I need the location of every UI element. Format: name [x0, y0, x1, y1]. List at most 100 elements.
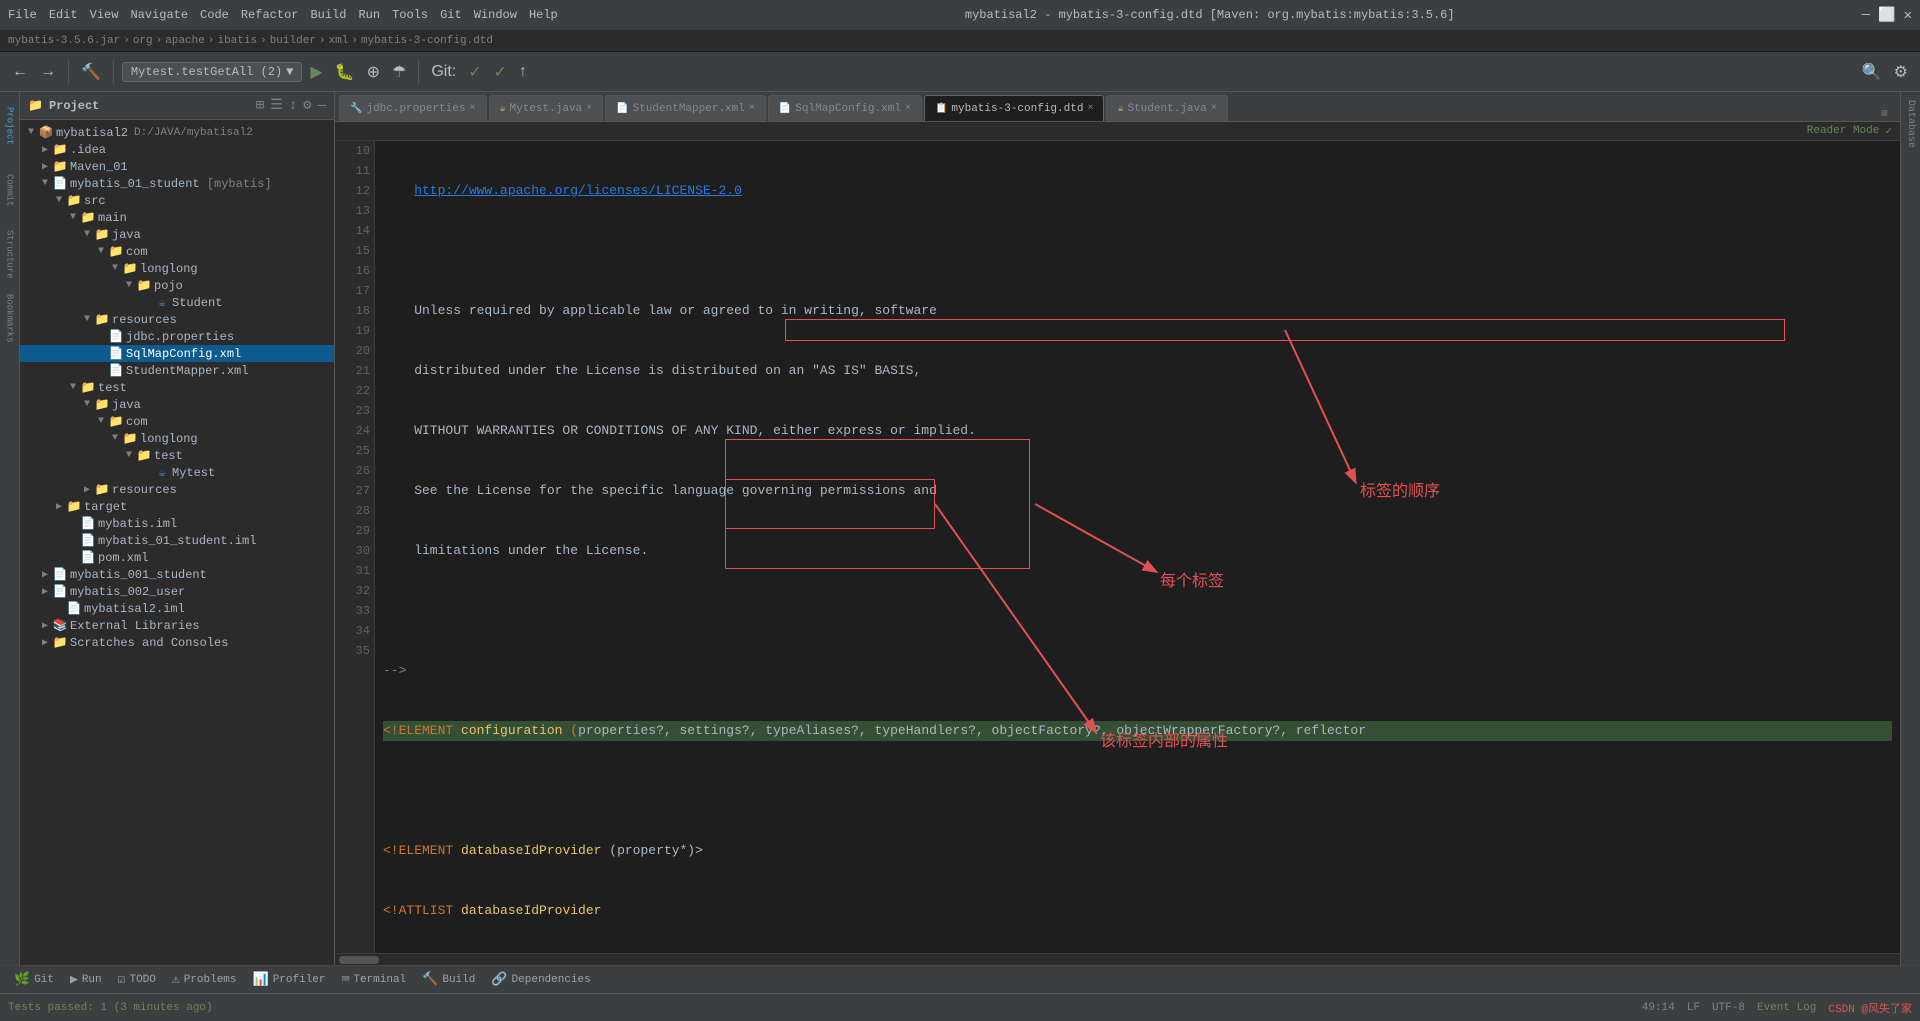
sidebar-structure-icon[interactable]: Structure	[2, 224, 18, 284]
menu-code[interactable]: Code	[200, 8, 229, 22]
menu-run[interactable]: Run	[358, 8, 380, 22]
close-button[interactable]: ✕	[1904, 7, 1912, 24]
tree-src[interactable]: ▼ 📁 src	[20, 192, 334, 209]
project-tree[interactable]: ▼ 📦 mybatisal2 D:/JAVA/mybatisal2 ▶ 📁 .i…	[20, 120, 334, 965]
sidebar-bookmarks-icon[interactable]: Bookmarks	[2, 288, 18, 348]
breadcrumb-xml[interactable]: xml	[329, 35, 349, 47]
git-branch-button[interactable]: ↑	[515, 61, 531, 83]
tab-sqlmap[interactable]: 📄 SqlMapConfig.xml ×	[768, 95, 922, 121]
close-tab-sqlmap[interactable]: ×	[905, 103, 911, 114]
dependencies-bottom-btn[interactable]: 🔗 Dependencies	[485, 970, 596, 989]
license-url[interactable]: http://www.apache.org/licenses/LICENSE-2…	[414, 183, 742, 198]
tab-student-java[interactable]: ☕ Student.java ×	[1106, 95, 1227, 121]
code-area[interactable]: 10 11 12 13 14 15 16 17 18 19 20 21 22 2…	[335, 141, 1900, 953]
scroll-thumb[interactable]	[339, 956, 379, 964]
git-update-button[interactable]: ✓	[464, 60, 485, 84]
menu-tools[interactable]: Tools	[392, 8, 428, 22]
tree-com[interactable]: ▼ 📁 com	[20, 243, 334, 260]
minimize-button[interactable]: —	[1862, 7, 1870, 24]
build-bottom-btn[interactable]: 🔨 Build	[416, 970, 481, 989]
tree-mytest[interactable]: ☕ Mytest	[20, 464, 334, 481]
menu-file[interactable]: File	[8, 8, 37, 22]
horizontal-scrollbar[interactable]	[335, 953, 1900, 965]
run-config-selector[interactable]: Mytest.testGetAll (2) ▼	[122, 62, 302, 82]
tree-sqlmapconfig[interactable]: 📄 SqlMapConfig.xml	[20, 345, 334, 362]
menu-refactor[interactable]: Refactor	[241, 8, 299, 22]
menu-window[interactable]: Window	[474, 8, 517, 22]
menu-help[interactable]: Help	[529, 8, 558, 22]
toolbar-forward-button[interactable]: →	[36, 61, 60, 83]
tree-mybatis01[interactable]: ▼ 📄 mybatis_01_student [mybatis]	[20, 175, 334, 192]
panel-close-btn[interactable]: —	[318, 98, 326, 114]
todo-bottom-btn[interactable]: ☑ TODO	[112, 970, 162, 989]
tree-studentmapper[interactable]: 📄 StudentMapper.xml	[20, 362, 334, 379]
toolbar-back-button[interactable]: ←	[8, 61, 32, 83]
panel-sort-btn[interactable]: ↕	[289, 98, 297, 114]
close-tab-jdbc[interactable]: ×	[469, 103, 475, 114]
settings-button[interactable]: ⚙	[1890, 60, 1912, 84]
status-event-log[interactable]: Event Log	[1757, 1002, 1816, 1014]
menu-git[interactable]: Git	[440, 8, 462, 22]
tree-java-main[interactable]: ▼ 📁 java	[20, 226, 334, 243]
breadcrumb-file[interactable]: mybatis-3-config.dtd	[361, 35, 493, 47]
run-bottom-btn[interactable]: ▶ Run	[64, 970, 108, 989]
close-tab-student-java[interactable]: ×	[1211, 103, 1217, 114]
status-line-ending[interactable]: LF	[1687, 1002, 1700, 1014]
close-tab-dtd[interactable]: ×	[1087, 103, 1093, 114]
tree-com-test[interactable]: ▼ 📁 com	[20, 413, 334, 430]
tree-test-folder[interactable]: ▼ 📁 test	[20, 447, 334, 464]
tree-external-libraries[interactable]: ▶ 📚 External Libraries	[20, 617, 334, 634]
breadcrumb-apache[interactable]: apache	[165, 35, 205, 47]
tree-idea[interactable]: ▶ 📁 .idea	[20, 141, 334, 158]
breadcrumb-ibatis[interactable]: ibatis	[217, 35, 257, 47]
tree-jdbc-properties[interactable]: 📄 jdbc.properties	[20, 328, 334, 345]
close-tab-mytest[interactable]: ×	[586, 103, 592, 114]
close-tab-studentmapper[interactable]: ×	[749, 103, 755, 114]
window-controls[interactable]: — ⬜ ✕	[1862, 7, 1912, 24]
breadcrumb-builder[interactable]: builder	[270, 35, 316, 47]
debug-button[interactable]: 🐛	[331, 60, 359, 84]
menu-edit[interactable]: Edit	[49, 8, 78, 22]
tree-mybatis001[interactable]: ▶ 📄 mybatis_001_student	[20, 566, 334, 583]
maximize-button[interactable]: ⬜	[1878, 7, 1895, 24]
status-encoding[interactable]: UTF-8	[1712, 1002, 1745, 1014]
menu-view[interactable]: View	[90, 8, 119, 22]
tree-longlong-test[interactable]: ▼ 📁 longlong	[20, 430, 334, 447]
tree-pojo[interactable]: ▼ 📁 pojo	[20, 277, 334, 294]
tree-main[interactable]: ▼ 📁 main	[20, 209, 334, 226]
terminal-bottom-btn[interactable]: ⌨ Terminal	[336, 970, 413, 989]
tree-root[interactable]: ▼ 📦 mybatisal2 D:/JAVA/mybatisal2	[20, 124, 334, 141]
breadcrumb-org[interactable]: org	[133, 35, 153, 47]
run-button[interactable]: ▶	[306, 60, 326, 84]
tree-pom-xml[interactable]: 📄 pom.xml	[20, 549, 334, 566]
tree-scratches[interactable]: ▶ 📁 Scratches and Consoles	[20, 634, 334, 651]
tree-mybatis-iml[interactable]: 📄 mybatis.iml	[20, 515, 334, 532]
menu-build[interactable]: Build	[310, 8, 346, 22]
tree-resources-test[interactable]: ▶ 📁 resources	[20, 481, 334, 498]
menu-bar[interactable]: File Edit View Navigate Code Refactor Bu…	[8, 8, 558, 22]
tree-test[interactable]: ▼ 📁 test	[20, 379, 334, 396]
panel-settings-btn[interactable]: ⚙	[303, 97, 311, 114]
status-position[interactable]: 49:14	[1642, 1002, 1675, 1014]
sidebar-project-icon[interactable]: Project	[2, 96, 18, 156]
tree-java-test[interactable]: ▼ 📁 java	[20, 396, 334, 413]
tab-overflow-btn[interactable]: ≡	[1881, 107, 1888, 121]
profiler-bottom-btn[interactable]: 📊 Profiler	[247, 970, 332, 989]
toolbar-build-button[interactable]: 🔨	[77, 60, 105, 84]
sidebar-commit-icon[interactable]: Commit	[2, 160, 18, 220]
tab-dtd[interactable]: 📋 mybatis-3-config.dtd ×	[924, 95, 1105, 121]
tree-target[interactable]: ▶ 📁 target	[20, 498, 334, 515]
git-button[interactable]: Git:	[427, 61, 460, 83]
breadcrumb-jar[interactable]: mybatis-3.5.6.jar	[8, 35, 120, 47]
tree-mybatis01-iml[interactable]: 📄 mybatis_01_student.iml	[20, 532, 334, 549]
tree-mybatis002[interactable]: ▶ 📄 mybatis_002_user	[20, 583, 334, 600]
tab-jdbc[interactable]: 🔧 jdbc.properties ×	[339, 95, 487, 121]
tab-mytest[interactable]: ☕ Mytest.java ×	[489, 95, 604, 121]
tree-maven01[interactable]: ▶ 📁 Maven_01	[20, 158, 334, 175]
panel-expand-btn[interactable]: ⊞	[256, 97, 264, 114]
menu-navigate[interactable]: Navigate	[130, 8, 188, 22]
git-bottom-btn[interactable]: 🌿 Git	[8, 970, 60, 989]
tree-mybatisal2-iml[interactable]: 📄 mybatisal2.iml	[20, 600, 334, 617]
tree-resources-main[interactable]: ▼ 📁 resources	[20, 311, 334, 328]
reader-mode-label[interactable]: Reader Mode	[1807, 125, 1880, 137]
